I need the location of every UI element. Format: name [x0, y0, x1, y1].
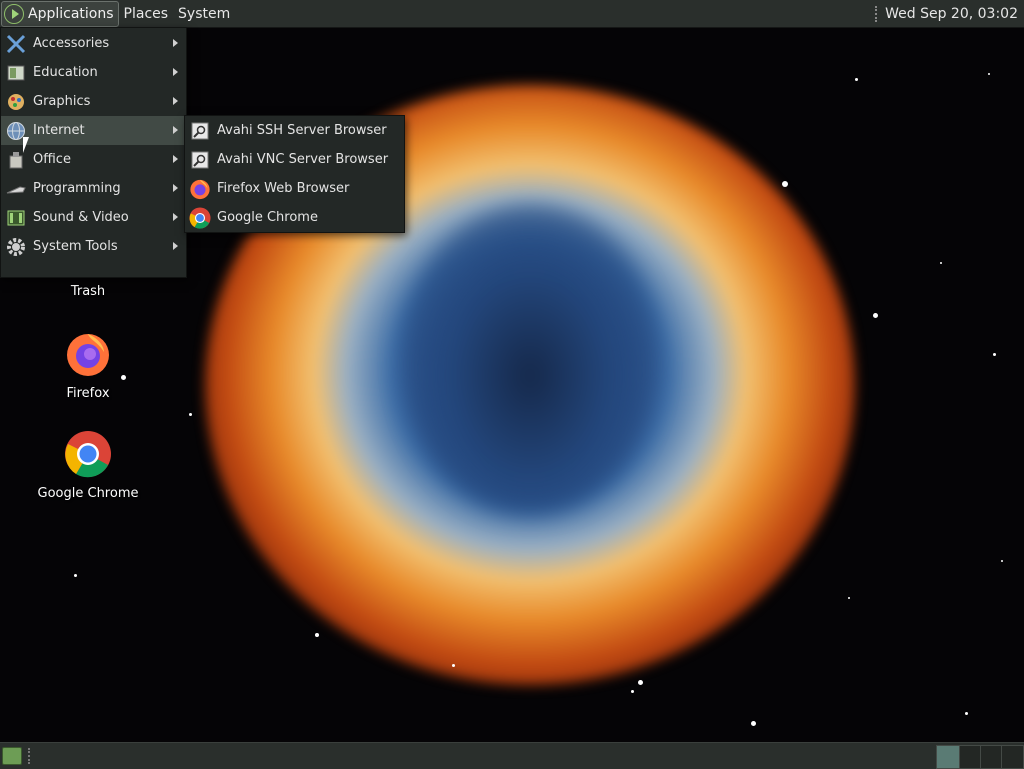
- desktop-icon-label: Firefox: [66, 386, 110, 401]
- submenu-arrow-icon: [173, 126, 178, 134]
- star: [315, 633, 319, 637]
- star: [988, 73, 990, 75]
- menu-item-label: Accessories: [33, 36, 110, 51]
- submenu-item-label: Avahi VNC Server Browser: [217, 152, 389, 167]
- star: [848, 597, 850, 599]
- menu-item-graphics[interactable]: Graphics: [1, 87, 186, 116]
- menu-item-label: Sound & Video: [33, 210, 129, 225]
- submenu-arrow-icon: [173, 184, 178, 192]
- nebula-core: [400, 205, 660, 515]
- desktop-icon-trash[interactable]: Trash: [28, 280, 148, 299]
- submenu-item-chrome[interactable]: Google Chrome: [185, 203, 404, 232]
- panel-right-area: Wed Sep 20, 03:02: [875, 5, 1024, 22]
- star: [1001, 560, 1003, 562]
- star: [965, 712, 968, 715]
- menu-item-label: Graphics: [33, 94, 91, 109]
- places-menu[interactable]: Places: [119, 6, 174, 22]
- menu-item-system-tools[interactable]: System Tools: [1, 232, 186, 261]
- submenu-item-label: Firefox Web Browser: [217, 181, 350, 196]
- workspace-3[interactable]: [980, 745, 1002, 769]
- menu-item-label: Office: [33, 152, 71, 167]
- menu-item-accessories[interactable]: Accessories: [1, 29, 186, 58]
- star: [189, 413, 192, 416]
- star: [631, 690, 634, 693]
- menu-item-label: Programming: [33, 181, 121, 196]
- star: [74, 574, 77, 577]
- submenu-arrow-icon: [173, 97, 178, 105]
- accessories-icon: [5, 33, 27, 55]
- menu-item-sound-video[interactable]: Sound & Video: [1, 203, 186, 232]
- submenu-item-avahi-ssh[interactable]: Avahi SSH Server Browser: [185, 116, 404, 145]
- submenu-item-label: Avahi SSH Server Browser: [217, 123, 387, 138]
- chrome-icon: [65, 431, 111, 478]
- workspace-1[interactable]: [936, 745, 960, 769]
- star: [751, 721, 756, 726]
- avahi-browser-icon: [189, 120, 211, 142]
- education-icon: [5, 62, 27, 84]
- workspace-4[interactable]: [1001, 745, 1024, 769]
- bottom-panel: [0, 742, 1024, 769]
- star: [873, 313, 878, 318]
- submenu-item-label: Google Chrome: [217, 210, 318, 225]
- firefox-icon: [67, 334, 109, 376]
- internet-submenu: Avahi SSH Server Browser Avahi VNC Serve…: [184, 115, 405, 233]
- show-desktop-icon[interactable]: [2, 747, 22, 765]
- applications-logo-icon: [4, 3, 24, 24]
- menu-item-label: Internet: [33, 123, 85, 138]
- star: [855, 78, 858, 81]
- applications-label: Applications: [28, 5, 114, 22]
- clock[interactable]: Wed Sep 20, 03:02: [885, 6, 1018, 22]
- desktop-icon-firefox[interactable]: Firefox: [28, 330, 148, 401]
- avahi-browser-icon: [189, 149, 211, 171]
- star: [940, 262, 942, 264]
- submenu-arrow-icon: [173, 39, 178, 47]
- system-tools-gear-icon: [5, 236, 27, 258]
- top-panel: Applications Places System Wed Sep 20, 0…: [0, 0, 1024, 28]
- star: [782, 181, 788, 187]
- panel-grip-icon: [875, 5, 879, 22]
- programming-icon: [5, 178, 27, 200]
- menu-item-education[interactable]: Education: [1, 58, 186, 87]
- desktop-icon-label: Google Chrome: [37, 486, 139, 501]
- panel-grip-icon: [28, 748, 32, 764]
- applications-menu-button[interactable]: Applications: [1, 0, 119, 27]
- system-menu[interactable]: System: [173, 6, 235, 22]
- firefox-icon: [189, 178, 211, 200]
- submenu-arrow-icon: [173, 68, 178, 76]
- menu-item-label: Education: [33, 65, 98, 80]
- mouse-cursor-icon: [23, 137, 35, 153]
- sound-video-icon: [5, 207, 27, 229]
- menu-item-label: System Tools: [33, 239, 118, 254]
- workspace-2[interactable]: [959, 745, 981, 769]
- submenu-arrow-icon: [173, 242, 178, 250]
- submenu-item-avahi-vnc[interactable]: Avahi VNC Server Browser: [185, 145, 404, 174]
- chrome-icon: [189, 206, 211, 229]
- desktop-icon-label: Trash: [70, 284, 106, 299]
- graphics-icon: [5, 91, 27, 113]
- submenu-arrow-icon: [173, 155, 178, 163]
- star: [638, 680, 643, 685]
- submenu-arrow-icon: [173, 213, 178, 221]
- desktop-icon-chrome[interactable]: Google Chrome: [28, 430, 148, 501]
- star: [452, 664, 455, 667]
- submenu-item-firefox[interactable]: Firefox Web Browser: [185, 174, 404, 203]
- star: [993, 353, 996, 356]
- menu-item-programming[interactable]: Programming: [1, 174, 186, 203]
